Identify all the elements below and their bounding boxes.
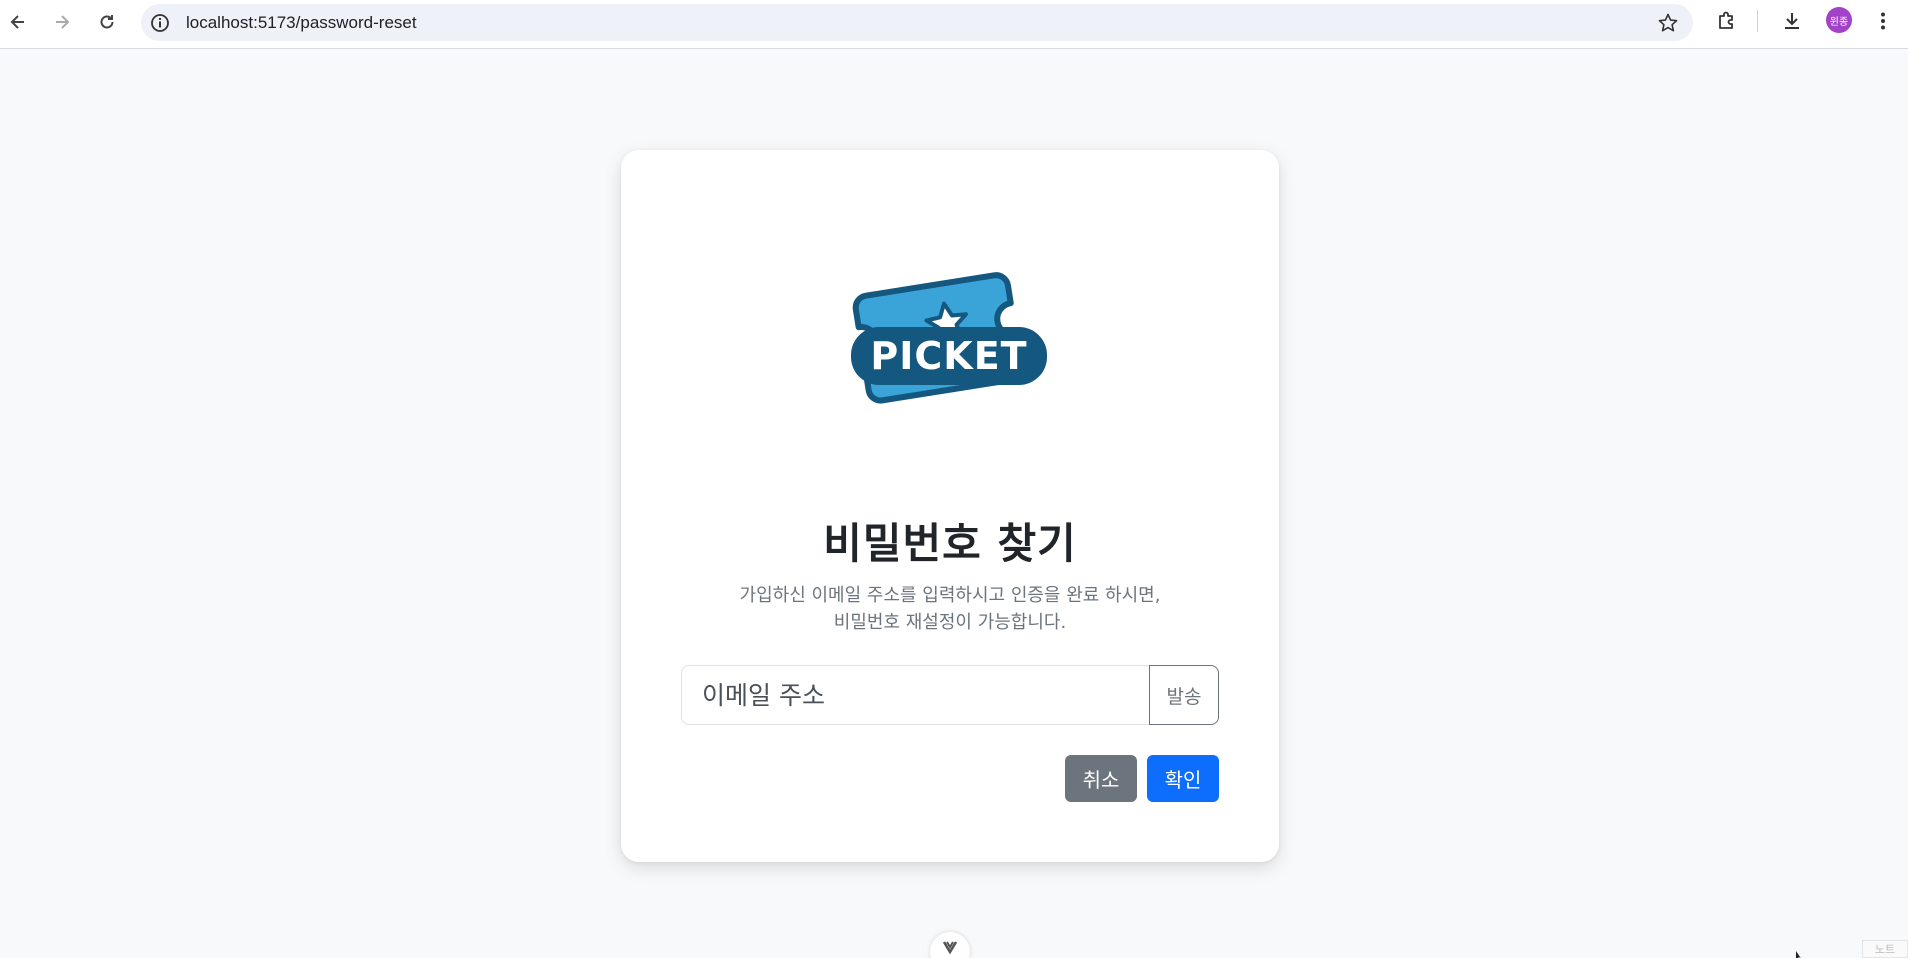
download-button[interactable] bbox=[1779, 8, 1805, 34]
email-input[interactable] bbox=[681, 665, 1149, 725]
back-icon bbox=[10, 15, 24, 29]
back-button[interactable] bbox=[2, 6, 34, 38]
bookmark-star-icon[interactable] bbox=[1657, 12, 1679, 34]
confirm-button[interactable]: 확인 bbox=[1147, 755, 1219, 802]
reload-icon bbox=[100, 15, 114, 29]
corner-note-tab[interactable]: 노트 bbox=[1862, 940, 1908, 958]
password-reset-card: PICKET 비밀번호 찾기 가입하신 이메일 주소를 입력하시고 인증을 완료… bbox=[621, 150, 1279, 862]
send-code-button[interactable]: 발송 bbox=[1149, 665, 1219, 725]
mouse-cursor-icon bbox=[1796, 951, 1801, 958]
description-line-1: 가입하신 이메일 주소를 입력하시고 인증을 완료 하시면, bbox=[739, 585, 1161, 606]
reload-button[interactable] bbox=[91, 6, 123, 38]
devtools-toggle-button[interactable] bbox=[930, 932, 970, 958]
profile-avatar[interactable]: 윈종 bbox=[1826, 7, 1852, 33]
site-info-icon[interactable] bbox=[149, 12, 171, 34]
page-title: 비밀번호 찾기 bbox=[823, 519, 1077, 568]
logo-text: PICKET bbox=[870, 334, 1027, 378]
browser-menu-button[interactable] bbox=[1870, 8, 1896, 34]
picket-logo: PICKET bbox=[851, 272, 1047, 404]
cancel-button[interactable]: 취소 bbox=[1065, 755, 1137, 802]
toolbar-divider bbox=[1757, 10, 1758, 32]
extensions-button[interactable] bbox=[1714, 8, 1740, 34]
page-description: 가입하신 이메일 주소를 입력하시고 인증을 완료 하시면, 비밀번호 재설정이… bbox=[621, 582, 1279, 636]
extensions-icon bbox=[1719, 11, 1733, 29]
forward-button[interactable] bbox=[46, 6, 78, 38]
email-input-group: 발송 bbox=[681, 665, 1219, 725]
browser-toolbar: localhost:5173/password-reset 윈종 bbox=[0, 0, 1908, 49]
description-line-2: 비밀번호 재설정이 가능합니다. bbox=[833, 612, 1067, 633]
chevron-down-icon bbox=[942, 941, 958, 954]
address-bar[interactable]: localhost:5173/password-reset bbox=[141, 4, 1693, 41]
url-text: localhost:5173/password-reset bbox=[186, 13, 417, 32]
forward-icon bbox=[56, 15, 70, 29]
menu-kebab-icon bbox=[1881, 12, 1885, 30]
download-icon bbox=[1785, 13, 1799, 29]
